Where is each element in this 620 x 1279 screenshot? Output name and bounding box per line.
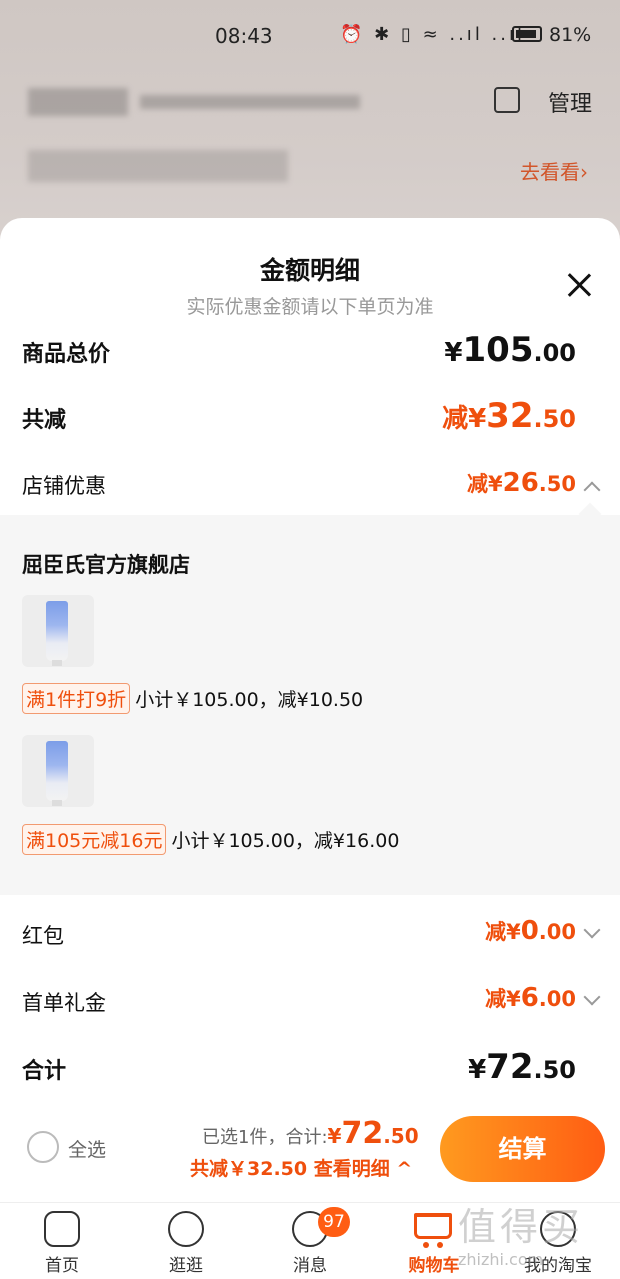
red-packet-value: 减¥0.00 xyxy=(485,916,576,946)
select-all-label[interactable]: 全选 xyxy=(68,1135,106,1162)
chevron-up-icon[interactable] xyxy=(583,481,601,499)
goods-total-row: 商品总价 ¥105.00 xyxy=(0,324,620,380)
store-discount-label: 店铺优惠 xyxy=(22,474,106,498)
promo-subtotal: 小计￥105.00，减¥10.50 xyxy=(135,689,364,711)
cart-icon xyxy=(414,1213,452,1248)
grand-total-row: 合计 ¥72.50 xyxy=(0,1041,620,1097)
go-see-link[interactable]: 去看看› xyxy=(520,156,588,185)
goods-total-label: 商品总价 xyxy=(22,342,111,367)
product-image[interactable] xyxy=(22,595,94,667)
store-discount-row[interactable]: 店铺优惠 减¥26.50 xyxy=(0,458,620,514)
promo-subtotal: 小计￥105.00，减¥16.00 xyxy=(171,830,400,852)
store-discount-value: 减¥26.50 xyxy=(466,468,576,498)
product-tube-image xyxy=(46,601,68,666)
promo-tag: 满105元减16元 xyxy=(22,824,167,855)
promo-tag: 满1件打9折 xyxy=(22,683,131,714)
nav-browse[interactable]: 逛逛 xyxy=(124,1203,248,1279)
first-order-gift-label: 首单礼金 xyxy=(22,991,106,1015)
total-reduction-row: 共减 减¥32.50 xyxy=(0,390,620,446)
nav-label: 逛逛 xyxy=(169,1256,203,1276)
red-packet-label: 红包 xyxy=(22,924,64,948)
product-image[interactable] xyxy=(22,735,94,807)
watermark-url: zhizhi.com xyxy=(458,1250,544,1269)
battery-percent: 81% xyxy=(549,24,592,46)
sheet-subtitle: 实际优惠金额请以下单页为准 xyxy=(186,296,434,318)
browse-icon xyxy=(168,1211,204,1247)
message-badge: 97 xyxy=(318,1207,350,1237)
checkout-button[interactable]: 结算 xyxy=(440,1116,605,1182)
chevron-down-icon[interactable] xyxy=(583,921,601,939)
nav-label: 首页 xyxy=(45,1256,79,1276)
promo-line: 满105元减16元 小计￥105.00，减¥16.00 xyxy=(22,824,400,855)
store-discount-detail: 屈臣氏官方旗舰店 满1件打9折 小计￥105.00，减¥10.50 满105元减1… xyxy=(0,515,620,895)
view-details-link[interactable]: 共减￥32.50 查看明细 ^ xyxy=(190,1154,412,1181)
close-icon[interactable] xyxy=(562,268,596,302)
red-packet-row[interactable]: 红包 减¥0.00 xyxy=(0,908,620,964)
manage-button[interactable]: 管理 xyxy=(548,86,592,118)
promo-line: 满1件打9折 小计￥105.00，减¥10.50 xyxy=(22,683,364,714)
total-reduction-label: 共减 xyxy=(22,408,67,433)
nav-messages[interactable]: 消息 xyxy=(248,1203,372,1279)
status-icons: ⏰ ✱ ▯ ≈ ..ıl ..ıl xyxy=(340,24,525,45)
chevron-down-icon[interactable] xyxy=(583,988,601,1006)
blurred-shop-info xyxy=(140,95,360,109)
status-time: 08:43 xyxy=(215,24,273,48)
first-order-gift-value: 减¥6.00 xyxy=(485,983,576,1013)
status-bar: 08:43 ⏰ ✱ ▯ ≈ ..ıl ..ıl 81% xyxy=(0,0,620,70)
nav-label: 消息 xyxy=(293,1256,327,1276)
first-order-gift-row[interactable]: 首单礼金 减¥6.00 xyxy=(0,975,620,1031)
battery-icon xyxy=(512,26,542,42)
store-name: 屈臣氏官方旗舰店 xyxy=(22,553,190,577)
goods-total-value: ¥105.00 xyxy=(444,330,576,370)
home-icon xyxy=(44,1211,80,1247)
grand-total-value: ¥72.50 xyxy=(468,1047,576,1087)
sheet-title: 金额明细 xyxy=(259,256,360,285)
blurred-shop-name xyxy=(28,88,128,116)
checkout-total: ¥72.50 xyxy=(327,1116,419,1151)
nav-home[interactable]: 首页 xyxy=(0,1203,124,1279)
select-all-checkbox[interactable] xyxy=(27,1131,59,1163)
checkout-bar: 全选 已选1件，合计:¥72.50 共减￥32.50 查看明细 ^ 结算 xyxy=(0,1102,620,1202)
blurred-banner xyxy=(28,150,288,182)
watermark: 值得买 xyxy=(458,1205,585,1249)
grand-total-label: 合计 xyxy=(22,1059,67,1084)
product-tube-image xyxy=(46,741,68,806)
total-reduction-value: 减¥32.50 xyxy=(442,396,576,436)
switch-icon[interactable] xyxy=(494,87,520,113)
selected-summary: 已选1件，合计:¥72.50 xyxy=(202,1116,419,1151)
